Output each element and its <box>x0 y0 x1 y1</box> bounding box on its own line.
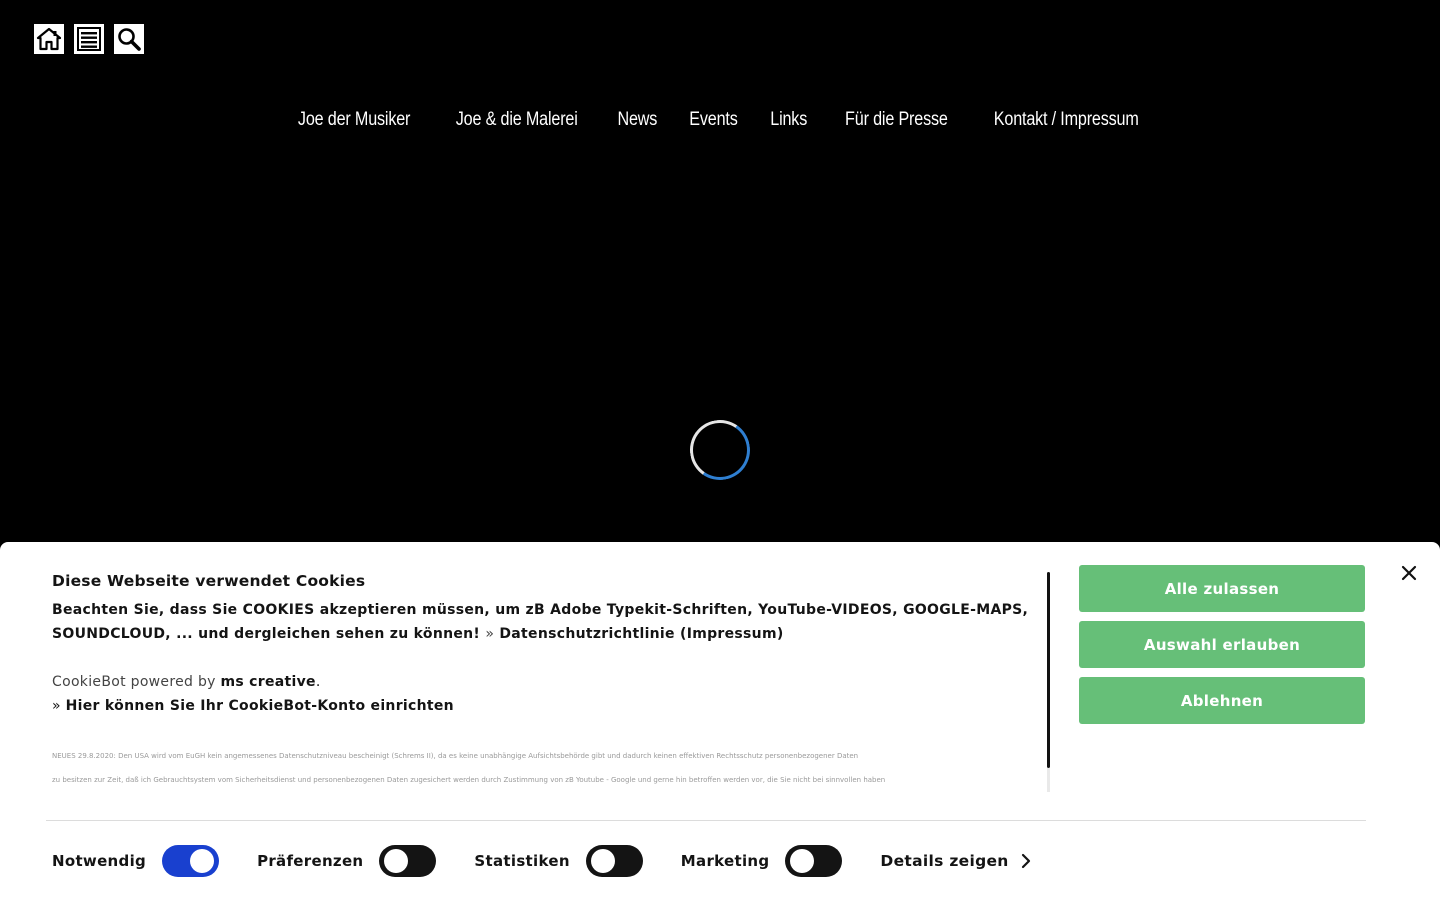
cookie-category-toggles: Notwendig Präferenzen Statistiken Market… <box>52 844 1031 878</box>
toggle-label-notwendig: Notwendig <box>52 852 147 870</box>
allow-all-button[interactable]: Alle zulassen <box>1079 565 1365 612</box>
allow-selection-button[interactable]: Auswahl erlauben <box>1079 621 1365 668</box>
nav-item-links[interactable]: Links <box>771 106 808 134</box>
toggle-notwendig[interactable] <box>162 845 220 877</box>
main-nav: Joe der Musiker Joe & die Malerei News E… <box>0 106 1440 134</box>
nav-item-kontakt-impressum[interactable]: Kontakt / Impressum <box>994 106 1139 134</box>
toggle-statistiken[interactable] <box>585 845 643 877</box>
nav-item-joe-die-malerei[interactable]: Joe & die Malerei <box>456 106 578 134</box>
details-toggle[interactable]: Details zeigen <box>880 852 1030 870</box>
nav-item-joe-der-musiker[interactable]: Joe der Musiker <box>298 106 411 134</box>
cookie-divider <box>46 820 1366 821</box>
toggle-label-statistiken: Statistiken <box>474 852 570 870</box>
cookie-scrollbar-track[interactable] <box>1047 768 1050 792</box>
toggle-knob <box>384 849 409 873</box>
chevron-right-icon <box>1021 853 1030 869</box>
toggle-knob <box>790 849 815 873</box>
privacy-policy-link[interactable]: Datenschutzrichtlinie (Impressum) <box>499 626 783 642</box>
toggle-knob <box>190 849 215 873</box>
toggle-group-notwendig: Notwendig <box>52 845 220 877</box>
toggle-marketing[interactable] <box>785 845 843 877</box>
toggle-group-statistiken: Statistiken <box>474 845 643 877</box>
home-icon[interactable] <box>34 24 64 54</box>
cookie-fineprint-2: zu besitzen zur Zeit, daß ich Gebrauchts… <box>52 776 886 784</box>
toggle-group-praeferenzen: Präferenzen <box>257 845 437 877</box>
powered-by-line: CookieBot powered by ms creative. <box>52 670 1037 694</box>
ms-creative-link[interactable]: ms creative <box>220 674 315 690</box>
nav-item-events[interactable]: Events <box>690 106 739 134</box>
deny-button[interactable]: Ablehnen <box>1079 677 1365 724</box>
arrow-glyph-2: » <box>52 698 61 714</box>
top-icon-bar <box>34 24 144 54</box>
cookie-buttons: Alle zulassen Auswahl erlauben Ablehnen <box>1079 565 1365 724</box>
cookie-scrollbar-thumb[interactable] <box>1047 572 1050 768</box>
cookie-fineprint-1: NEUES 29.8.2020: Den USA wird vom EuGH k… <box>52 752 859 760</box>
powered-by-dot: . <box>315 674 321 690</box>
account-line: » Hier können Sie Ihr CookieBot-Konto ei… <box>52 694 1037 718</box>
toggle-label-marketing: Marketing <box>680 852 770 870</box>
cookie-message: Beachten Sie, dass Sie COOKIES akzeptier… <box>52 598 1037 646</box>
close-icon[interactable] <box>1396 560 1422 586</box>
cookie-banner: Diese Webseite verwendet Cookies Beachte… <box>0 542 1440 900</box>
toggle-label-praeferenzen: Präferenzen <box>257 852 364 870</box>
toggle-group-marketing: Marketing <box>681 845 843 877</box>
nav-item-news[interactable]: News <box>617 106 657 134</box>
loading-spinner <box>685 415 755 485</box>
menu-icon[interactable] <box>74 24 104 54</box>
cookie-title: Diese Webseite verwendet Cookies <box>52 572 366 590</box>
arrow-glyph: » <box>485 626 495 642</box>
details-label: Details zeigen <box>880 852 1009 870</box>
powered-by-text: CookieBot powered by <box>52 674 216 690</box>
cookie-content: Diese Webseite verwendet Cookies Beachte… <box>52 572 1037 792</box>
nav-item-fuer-die-presse[interactable]: Für die Presse <box>845 106 948 134</box>
cookiebot-account-link[interactable]: Hier können Sie Ihr CookieBot-Konto einr… <box>66 698 454 714</box>
search-icon[interactable] <box>114 24 144 54</box>
toggle-knob <box>590 849 615 873</box>
toggle-praeferenzen[interactable] <box>379 845 437 877</box>
